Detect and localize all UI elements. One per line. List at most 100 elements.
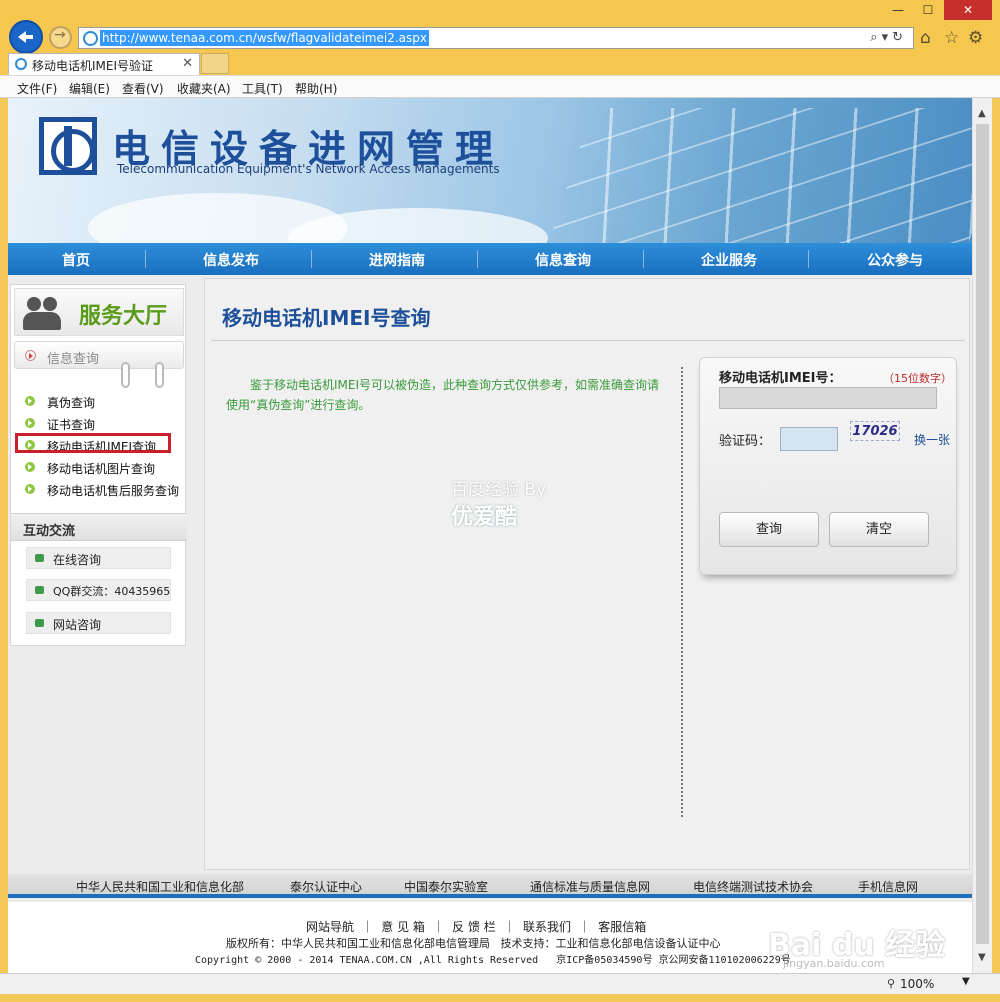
footer-link-miit[interactable]: 中华人民共和国工业和信息化部 (76, 878, 244, 895)
footer-nav[interactable]: 网站导航 ｜ 意 见 箱 ｜ 反 馈 栏 ｜ 联系我们 ｜ 客服信箱 (306, 918, 646, 935)
ring-decoration (121, 362, 130, 388)
captcha-image: 17026 (850, 421, 900, 441)
main-nav: 首页 信息发布 进网指南 信息查询 企业服务 公众参与 (8, 243, 972, 275)
minimize-icon[interactable]: — (884, 0, 912, 20)
nav-divider (311, 250, 312, 268)
footer-copyright: Copyright © 2000 - 2014 TENAA.COM.CN ,Al… (195, 955, 791, 966)
baidu-watermark-url: jingyan.baidu.com (783, 957, 885, 970)
forward-button[interactable] (49, 26, 72, 49)
footer-link-standards[interactable]: 通信标准与质量信息网 (530, 878, 650, 895)
online-consult-button[interactable]: 在线咨询 (26, 547, 171, 569)
site-subtitle: Telecommunication Equipment's Network Ac… (117, 162, 500, 176)
title-divider (211, 340, 965, 341)
footer-link-lab[interactable]: 中国泰尔实验室 (404, 878, 488, 895)
nav-divider (808, 250, 809, 268)
people-icon (23, 295, 63, 331)
menu-tools[interactable]: 工具(T) (242, 80, 283, 97)
browser-chrome: — ☐ ✕ http://www.tenaa.com.cn/wsfw/flagv… (0, 0, 1000, 98)
nav-divider (643, 250, 644, 268)
captcha-input[interactable] (780, 427, 838, 451)
zoom-icon: ⚲ (887, 977, 896, 990)
imei-input[interactable] (719, 387, 937, 409)
qq-group-button[interactable]: QQ群交流：40435965 (26, 579, 171, 601)
ie-icon (15, 58, 27, 70)
watermark-text: 百度经验 By (451, 480, 547, 500)
close-icon[interactable]: ✕ (182, 56, 193, 71)
maximize-icon[interactable]: ☐ (914, 0, 942, 20)
main-content: 移动电话机IMEI号查询 鉴于移动电话机IMEI号可以被伪造，此种查询方式仅供参… (204, 278, 970, 870)
menu-file[interactable]: 文件(F) (17, 80, 57, 97)
bullet-icon (35, 619, 44, 627)
imei-query-form: 移动电话机IMEI号： （15位数字） 验证码： 17026 换一张 查询 清空 (699, 357, 957, 575)
ring-decoration (155, 362, 164, 388)
nav-public[interactable]: 公众参与 (815, 250, 972, 270)
gear-icon[interactable]: ⚙ (968, 28, 983, 48)
nav-divider (145, 250, 146, 268)
bullet-icon (25, 462, 35, 472)
scroll-down-icon[interactable]: ▼ (978, 952, 986, 963)
vertical-scrollbar[interactable]: ▲ ▼ (972, 98, 992, 973)
watermark-text: 优爱酷 (451, 505, 518, 530)
address-url[interactable]: http://www.tenaa.com.cn/wsfw/flagvalidat… (100, 30, 429, 46)
status-bar: ⚲ 100% ▼ (0, 973, 1000, 994)
menu-help[interactable]: 帮助(H) (295, 80, 337, 97)
menu-bar: 文件(F) 编辑(E) 查看(V) 收藏夹(A) 工具(T) 帮助(H) (0, 75, 1000, 98)
footer-links: 中华人民共和国工业和信息化部 泰尔认证中心 中国泰尔实验室 通信标准与质量信息网… (8, 874, 972, 898)
refresh-captcha-link[interactable]: 换一张 (914, 431, 950, 448)
notice-text: 鉴于移动电话机IMEI号可以被伪造，此种查询方式仅供参考，如需准确查询请使用“真… (226, 378, 660, 412)
new-tab-button[interactable] (201, 53, 229, 74)
glass-building-graphic (543, 108, 972, 243)
site-consult-button[interactable]: 网站咨询 (26, 612, 171, 634)
service-hall-header: 服务大厅 (14, 288, 184, 336)
tab-imei[interactable]: 移动电话机IMEI号验证 ✕ (8, 53, 200, 75)
tab-title: 移动电话机IMEI号验证 (32, 59, 154, 73)
bullet-icon (35, 554, 44, 562)
favorites-icon[interactable]: ☆ (944, 28, 959, 48)
bullet-icon (25, 396, 35, 406)
footer-link-telecom-cert[interactable]: 泰尔认证中心 (290, 878, 362, 895)
nav-guide[interactable]: 进网指南 (317, 250, 477, 270)
captcha-label: 验证码： (719, 434, 772, 449)
back-button[interactable] (9, 20, 43, 54)
imei-hint: （15位数字） (883, 372, 952, 385)
zoom-level[interactable]: 100% (900, 977, 934, 991)
web-page: 电信设备进网管理 Telecommunication Equipment's N… (8, 98, 972, 973)
bullet-icon (25, 484, 35, 494)
nav-home[interactable]: 首页 (8, 250, 156, 270)
footer-link-phone-info[interactable]: 手机信息网 (858, 878, 918, 895)
highlight-box (15, 433, 171, 453)
bullet-icon (35, 586, 44, 594)
footer-copyright-owner: 版权所有：中华人民共和国工业和信息化部电信管理局 技术支持：工业和信息化部电信设… (226, 937, 721, 950)
search-refresh-icon[interactable]: ⌕▾↻ (870, 30, 907, 45)
nav-info-query[interactable]: 信息查询 (483, 250, 643, 270)
interaction-header: 互动交流 (11, 513, 187, 541)
nav-enterprise[interactable]: 企业服务 (649, 250, 809, 270)
ie-icon (83, 31, 98, 46)
menu-edit[interactable]: 编辑(E) (69, 80, 110, 97)
footer-link-association[interactable]: 电信终端测试技术协会 (693, 878, 813, 895)
chevron-down-icon[interactable]: ▼ (962, 976, 970, 987)
menu-favorites[interactable]: 收藏夹(A) (177, 80, 231, 97)
page-title: 移动电话机IMEI号查询 (222, 306, 431, 330)
site-logo[interactable] (39, 117, 97, 175)
home-icon[interactable]: ⌂ (920, 28, 931, 48)
menu-view[interactable]: 查看(V) (122, 80, 164, 97)
arrow-icon (25, 350, 36, 361)
interaction-title: 互动交流 (23, 524, 76, 539)
query-button[interactable]: 查询 (719, 512, 819, 547)
sidebar: 服务大厅 信息查询 真伪查询 证书查询 移动电话机IMEI查询 移动电话机图片查… (10, 284, 187, 646)
bullet-icon (25, 418, 35, 428)
clear-button[interactable]: 清空 (829, 512, 929, 547)
scroll-thumb[interactable] (976, 124, 989, 944)
scroll-up-icon[interactable]: ▲ (978, 108, 986, 119)
service-hall-title: 服务大厅 (79, 304, 168, 329)
nav-divider (477, 250, 478, 268)
footer-bottom: 网站导航 ｜ 意 见 箱 ｜ 反 馈 栏 ｜ 联系我们 ｜ 客服信箱 版权所有：… (8, 902, 972, 973)
close-window-icon[interactable]: ✕ (944, 0, 992, 20)
address-bar[interactable]: http://www.tenaa.com.cn/wsfw/flagvalidat… (78, 27, 914, 49)
dotted-divider (681, 367, 683, 817)
info-query-label: 信息查询 (47, 352, 100, 367)
nav-info-release[interactable]: 信息发布 (151, 250, 311, 270)
imei-label: 移动电话机IMEI号： (719, 371, 842, 386)
site-banner: 电信设备进网管理 Telecommunication Equipment's N… (8, 98, 972, 243)
